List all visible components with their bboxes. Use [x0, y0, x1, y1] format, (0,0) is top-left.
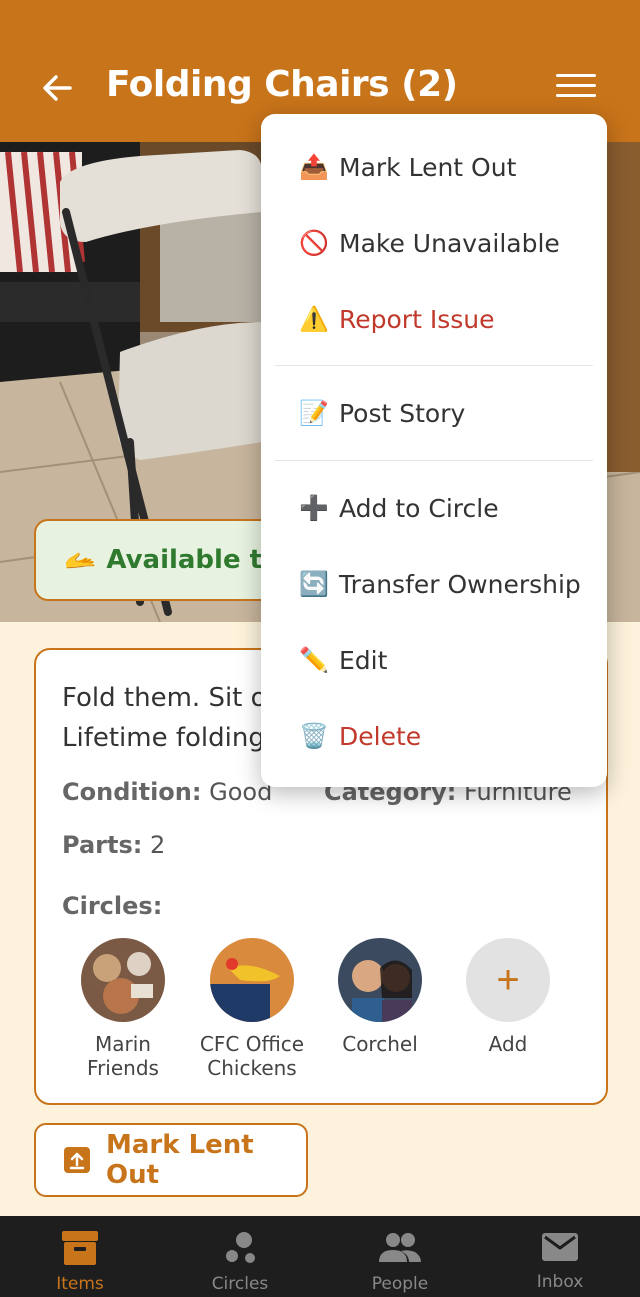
- plus-icon: +: [466, 938, 550, 1022]
- circle-corchel[interactable]: Corchel: [320, 938, 440, 1056]
- parts-row: Parts: 2: [62, 831, 165, 859]
- prohibited-icon: 🚫: [299, 229, 329, 257]
- mark-lent-out-label: Mark Lent Out: [106, 1130, 254, 1190]
- nav-people[interactable]: People: [320, 1216, 480, 1297]
- condition-label: Condition:: [62, 778, 202, 806]
- trash-icon: 🗑️: [299, 722, 329, 750]
- menu-item-mark-lent-out[interactable]: 📤 Mark Lent Out: [297, 147, 516, 187]
- warning-icon: ⚠️: [299, 305, 329, 333]
- menu-item-report-issue[interactable]: ⚠️ Report Issue: [297, 299, 494, 339]
- circles-heading: Circles:: [62, 892, 163, 920]
- circle-avatar: [81, 938, 165, 1022]
- menu-item-post-story[interactable]: 📝 Post Story: [297, 393, 465, 433]
- mark-lent-out-button[interactable]: Mark Lent Out: [34, 1123, 308, 1197]
- archive-icon: [62, 1231, 98, 1265]
- memo-icon: 📝: [299, 399, 329, 427]
- nav-circles[interactable]: Circles: [160, 1216, 320, 1297]
- circle-avatar: [210, 938, 294, 1022]
- pencil-icon: ✏️: [299, 646, 329, 674]
- nav-items[interactable]: Items: [0, 1216, 160, 1297]
- menu-item-delete[interactable]: 🗑️ Delete: [297, 716, 421, 756]
- people-icon: [379, 1233, 421, 1262]
- bottom-nav: Items Circles People Inbox: [0, 1216, 640, 1297]
- mail-icon: [542, 1233, 578, 1261]
- condition-value: Good: [209, 778, 273, 806]
- circle-marin-friends[interactable]: Marin Friends: [63, 938, 183, 1080]
- lend-out-icon: [64, 1147, 90, 1173]
- parts-value: 2: [149, 831, 166, 859]
- transfer-icon: 🔄: [299, 570, 329, 598]
- menu-icon[interactable]: [556, 74, 596, 102]
- item-actions-menu: 📤 Mark Lent Out 🚫 Make Unavailable ⚠️ Re…: [261, 114, 607, 787]
- menu-item-transfer-ownership[interactable]: 🔄 Transfer Ownership: [297, 564, 581, 604]
- condition-row: Condition: Good: [62, 778, 272, 806]
- circle-name: Add: [488, 1032, 528, 1056]
- circle-name: Corchel: [342, 1032, 418, 1056]
- add-circle-button[interactable]: + Add: [448, 938, 568, 1056]
- menu-item-edit[interactable]: ✏️ Edit: [297, 640, 387, 680]
- back-arrow-icon[interactable]: [38, 68, 78, 108]
- circle-cfc-office-chickens[interactable]: CFC Office Chickens: [192, 938, 312, 1080]
- menu-divider: [275, 460, 593, 461]
- circle-name: Marin Friends: [87, 1032, 159, 1080]
- menu-divider: [275, 365, 593, 366]
- parts-label: Parts:: [62, 831, 143, 859]
- circle-avatar: [338, 938, 422, 1022]
- nav-inbox[interactable]: Inbox: [480, 1216, 640, 1297]
- circle-name: CFC Office Chickens: [199, 1032, 305, 1080]
- hand-icon: 🫴: [64, 544, 97, 575]
- circles-icon: [226, 1232, 255, 1263]
- outbox-icon: 📤: [299, 153, 329, 181]
- menu-item-add-to-circle[interactable]: ➕ Add to Circle: [297, 488, 499, 528]
- menu-item-make-unavailable[interactable]: 🚫 Make Unavailable: [297, 223, 560, 263]
- page-title: Folding Chairs (2): [106, 64, 458, 105]
- plus-icon: ➕: [299, 494, 329, 522]
